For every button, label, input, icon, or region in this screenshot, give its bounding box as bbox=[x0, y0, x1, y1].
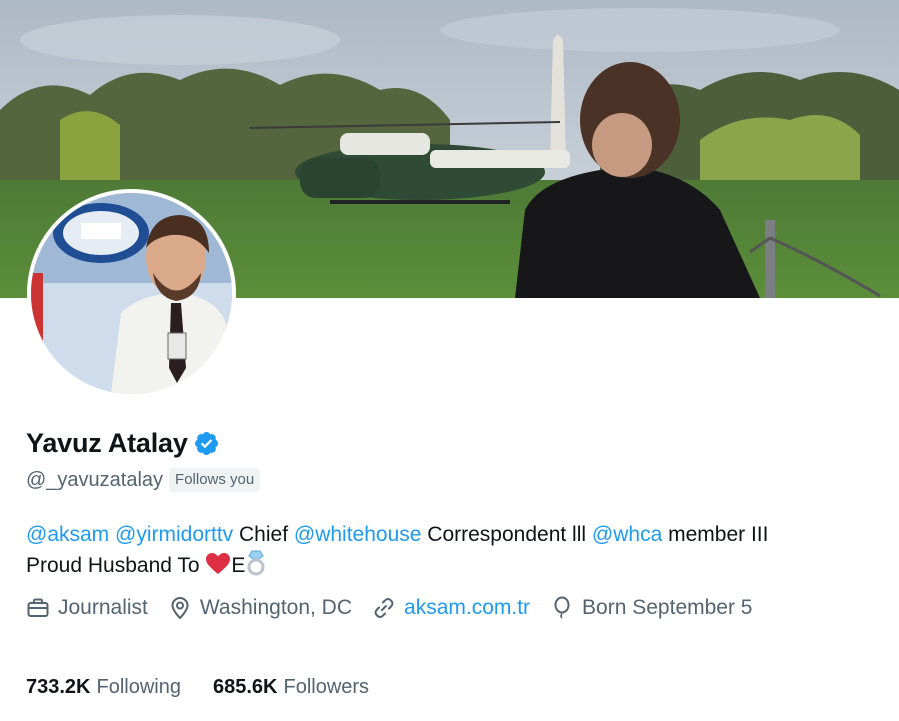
birthday-text: Born September 5 bbox=[582, 596, 753, 619]
website-link[interactable]: aksam.com.tr bbox=[404, 596, 530, 620]
meta-location: Washington, DC bbox=[168, 596, 352, 620]
follows-you-badge: Follows you bbox=[169, 468, 261, 492]
meta-birthday: Born September 5 bbox=[550, 596, 752, 620]
link-icon bbox=[374, 598, 394, 618]
bio-text-proud-husband: Proud Husband To bbox=[26, 554, 200, 577]
bio-text-e: E bbox=[231, 554, 246, 577]
verified-badge-icon[interactable] bbox=[193, 430, 220, 457]
mention-aksam[interactable]: @aksam bbox=[26, 523, 109, 546]
mention-yirmidorttv[interactable]: @yirmidorttv bbox=[115, 523, 233, 546]
balloon-icon bbox=[554, 596, 570, 619]
mention-whitehouse[interactable]: @whitehouse bbox=[294, 523, 422, 546]
meta-website[interactable]: aksam.com.tr bbox=[372, 596, 530, 620]
followers-link[interactable]: 685.6K Followers bbox=[213, 676, 369, 699]
bio-text-member: member III bbox=[668, 523, 769, 546]
profile-handle: @_yavuzatalay bbox=[26, 468, 164, 491]
red-heart-emoji bbox=[206, 553, 231, 574]
ring-emoji bbox=[247, 550, 265, 576]
followers-label: Followers bbox=[283, 676, 370, 698]
profile-handle-row: @_yavuzatalay Follows you bbox=[26, 468, 261, 492]
profession-text: Journalist bbox=[58, 596, 148, 619]
mention-whca[interactable]: @whca bbox=[592, 523, 662, 546]
location-text: Washington, DC bbox=[199, 596, 353, 619]
avatar-image bbox=[31, 193, 232, 394]
followers-count: 685.6K bbox=[212, 676, 278, 698]
meta-profession: Journalist bbox=[26, 596, 148, 620]
following-count: 733.2K bbox=[26, 676, 91, 698]
following-label: Following bbox=[96, 676, 181, 698]
profile-stats: 733.2K Following 685.6K Followers bbox=[26, 676, 401, 699]
display-name: Yavuz Atalay bbox=[26, 428, 188, 458]
following-link[interactable]: 733.2K Following bbox=[26, 676, 181, 699]
location-pin-icon bbox=[171, 596, 189, 620]
briefcase-icon bbox=[27, 598, 49, 617]
bio-text-chief: Chief bbox=[239, 523, 289, 546]
profile-meta: Journalist Washington, DC aksam.com.tr B… bbox=[26, 596, 772, 620]
profile-avatar[interactable] bbox=[27, 189, 236, 398]
profile-name-row: Yavuz Atalay bbox=[26, 428, 220, 459]
profile-bio: @aksam @yirmidorttv Chief @whitehouse Co… bbox=[26, 520, 866, 581]
bio-text-correspondent: Correspondent lll bbox=[427, 523, 587, 546]
